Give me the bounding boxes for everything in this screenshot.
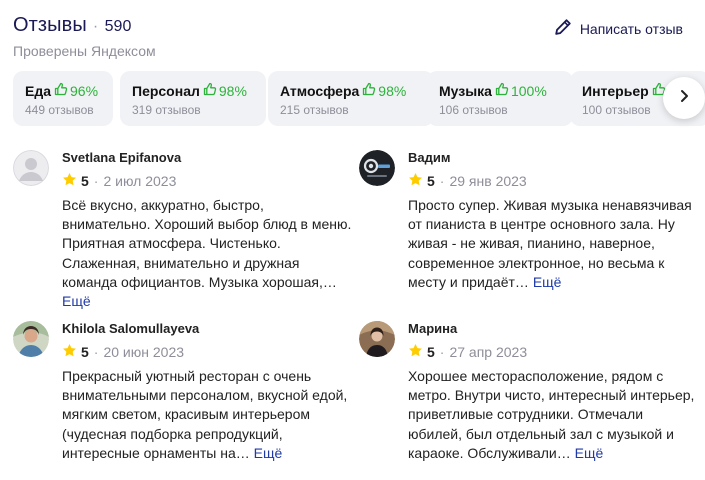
chip-atmosphere[interactable]: Атмосфера 98% 215 отзывов xyxy=(268,71,434,126)
review-date: 29 янв 2023 xyxy=(449,173,527,189)
verified-label: Проверены Яндексом xyxy=(13,43,156,59)
thumbs-up-icon xyxy=(54,82,70,99)
rating-value: 5 xyxy=(81,173,89,189)
thumbs-up-icon xyxy=(495,82,511,99)
reviewer-name[interactable]: Svetlana Epifanova xyxy=(62,150,352,166)
pencil-icon xyxy=(554,18,580,39)
chip-label: Персонал xyxy=(132,82,200,99)
review-text-content: Хорошее месторасположение, рядом с метро… xyxy=(408,368,695,461)
chip-label: Интерьер xyxy=(582,82,649,99)
chip-count: 215 отзывов xyxy=(280,103,349,117)
chip-count: 319 отзывов xyxy=(132,103,201,117)
chip-count: 106 отзывов xyxy=(439,103,508,117)
chip-percent: 98% xyxy=(362,82,406,99)
avatar[interactable] xyxy=(359,321,395,357)
reviews-count: · 590 xyxy=(92,18,132,35)
review-text: Хорошее месторасположение, рядом с метро… xyxy=(408,367,698,463)
read-more-link[interactable]: Ещё xyxy=(533,274,562,290)
star-icon xyxy=(408,343,423,361)
avatar[interactable] xyxy=(13,150,49,186)
chip-percent-value: 98% xyxy=(218,82,247,99)
read-more-link[interactable]: Ещё xyxy=(254,445,283,461)
read-more-link[interactable]: Ещё xyxy=(575,445,604,461)
reviews-title: Отзывы xyxy=(13,14,87,36)
chips-scroll-right-button[interactable] xyxy=(663,77,705,119)
star-icon xyxy=(408,172,423,190)
review-text-content: Прекрасный уютный ресторан с очень внима… xyxy=(62,368,348,461)
chip-percent: 98% xyxy=(203,82,247,99)
review-text-content: Всё вкусно, аккуратно, быстро, вниматель… xyxy=(62,197,352,290)
chip-percent-value: 100% xyxy=(510,82,547,99)
review-meta: 5 · 27 апр 2023 xyxy=(408,343,698,361)
chip-percent: 96% xyxy=(54,82,98,99)
review-meta: 5 · 2 июл 2023 xyxy=(62,172,352,190)
chip-count: 449 отзывов xyxy=(25,103,94,117)
star-icon xyxy=(62,343,77,361)
rating-value: 5 xyxy=(427,173,435,189)
reviews-count-value: 590 xyxy=(104,18,132,35)
rating-value: 5 xyxy=(81,344,89,360)
chip-label: Музыка xyxy=(439,82,492,99)
chip-music[interactable]: Музыка 100% 106 отзывов xyxy=(427,71,573,126)
star-icon xyxy=(62,172,77,190)
chip-staff[interactable]: Персонал 98% 319 отзывов xyxy=(120,71,266,126)
category-chips: Еда 96% 449 отзывов Персонал 98% 319 отзыв… xyxy=(13,71,705,127)
review-meta: 5 · 20 июн 2023 xyxy=(62,343,352,361)
chip-percent: 100% xyxy=(495,82,547,99)
chip-percent-value: 98% xyxy=(378,82,407,99)
review-text: Всё вкусно, аккуратно, быстро, вниматель… xyxy=(62,196,352,311)
reviewer-name[interactable]: Вадим xyxy=(408,150,698,166)
reviewer-name[interactable]: Марина xyxy=(408,321,698,337)
review-date: 27 апр 2023 xyxy=(449,344,528,360)
avatar[interactable] xyxy=(359,150,395,186)
review-date: 20 июн 2023 xyxy=(103,344,185,360)
read-more-link[interactable]: Ещё xyxy=(62,293,91,309)
thumbs-up-icon xyxy=(203,82,219,99)
review-text: Прекрасный уютный ресторан с очень внима… xyxy=(62,367,352,463)
chip-label: Атмосфера xyxy=(280,82,360,99)
chevron-right-icon xyxy=(677,89,691,108)
review-date: 2 июл 2023 xyxy=(103,173,177,189)
chip-label: Еда xyxy=(25,82,52,99)
chip-percent-value: 96% xyxy=(70,82,99,99)
reviewer-name[interactable]: Khilola Salomullayeva xyxy=(62,321,352,337)
reviews-header: Отзывы · 590 Проверены Яндексом Написать… xyxy=(13,14,685,59)
review-text: Просто супер. Живая музыка ненавязчивая … xyxy=(408,196,698,292)
rating-value: 5 xyxy=(427,344,435,360)
chip-food[interactable]: Еда 96% 449 отзывов xyxy=(13,71,113,126)
write-review-label: Написать отзыв xyxy=(579,20,683,37)
write-review-button[interactable]: Написать отзыв xyxy=(554,18,683,39)
review-meta: 5 · 29 янв 2023 xyxy=(408,172,698,190)
thumbs-up-icon xyxy=(362,82,378,99)
avatar[interactable] xyxy=(13,321,49,357)
